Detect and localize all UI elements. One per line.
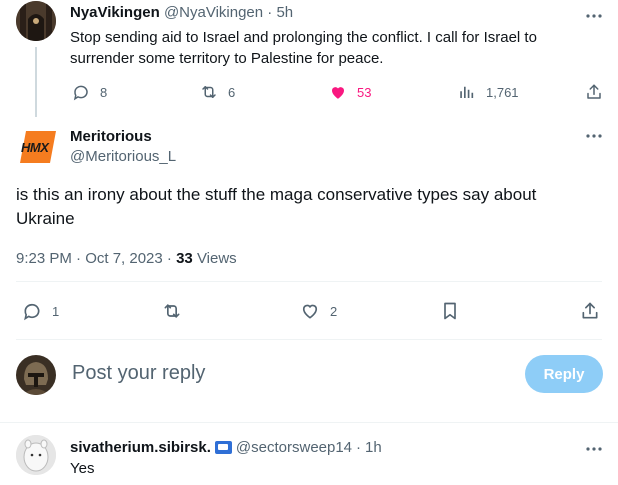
reply-button[interactable]: Reply xyxy=(525,355,603,393)
main-share-button[interactable] xyxy=(580,301,600,321)
parent-avatar[interactable] xyxy=(16,1,56,41)
reply-time[interactable]: 1h xyxy=(365,439,382,456)
main-divider-top xyxy=(16,281,602,282)
parent-display-name[interactable]: NyaVikingen xyxy=(70,4,160,21)
more-icon xyxy=(586,134,602,138)
heart-icon xyxy=(300,301,320,321)
parent-reply-count: 8 xyxy=(100,84,108,100)
main-avatar-text: HMX xyxy=(21,140,49,155)
parent-tweet[interactable]: NyaVikingen @NyaVikingen · 5h Stop sendi… xyxy=(0,0,618,117)
main-avatar[interactable]: HMX xyxy=(16,127,56,167)
parent-views-button[interactable]: 1,761 xyxy=(458,83,519,101)
reply-icon xyxy=(72,83,90,101)
reply-handle[interactable]: @sectorsweep14 xyxy=(236,439,352,456)
parent-share-button[interactable] xyxy=(585,83,603,101)
more-icon xyxy=(586,447,602,451)
main-reply-button[interactable]: 1 xyxy=(22,301,59,321)
share-icon xyxy=(585,83,603,101)
main-repost-button[interactable] xyxy=(162,301,182,321)
main-view-count: 33 xyxy=(176,250,193,267)
user-avatar[interactable] xyxy=(16,355,56,395)
repost-icon xyxy=(162,301,182,321)
main-timestamp[interactable]: 9:23 PM · Oct 7, 2023 · xyxy=(16,250,176,267)
reply-avatar[interactable] xyxy=(16,435,56,475)
heart-filled-icon xyxy=(329,83,347,101)
parent-time[interactable]: 5h xyxy=(276,4,293,21)
parent-handle[interactable]: @NyaVikingen xyxy=(164,4,263,21)
reply-composer: Post your reply Reply xyxy=(0,340,618,422)
main-views-label: Views xyxy=(196,250,237,267)
more-icon xyxy=(586,14,602,18)
parent-tweet-text: Stop sending aid to Israel and prolongin… xyxy=(70,29,537,67)
main-tweet: HMX Meritorious @Meritorious_L is this a… xyxy=(0,112,618,340)
main-more-button[interactable] xyxy=(584,126,604,146)
thread-line xyxy=(35,47,37,117)
main-like-button[interactable]: 2 xyxy=(300,301,337,321)
repost-icon xyxy=(200,83,218,101)
parent-view-count: 1,761 xyxy=(486,84,519,100)
main-like-count: 2 xyxy=(330,303,338,319)
parent-repost-count: 6 xyxy=(228,84,236,100)
share-icon xyxy=(580,301,600,321)
main-reply-count: 1 xyxy=(52,303,60,319)
reply-display-name[interactable]: sivatherium.sibirsk. xyxy=(70,439,211,456)
reply-more-button[interactable] xyxy=(584,439,604,459)
flag-badge-icon xyxy=(214,441,232,454)
analytics-icon xyxy=(458,83,476,101)
parent-like-button[interactable]: 53 xyxy=(329,83,371,101)
reply-icon xyxy=(22,301,42,321)
reply-tweet[interactable]: sivatherium.sibirsk. @sectorsweep14 · 1h… xyxy=(0,423,618,485)
main-bookmark-button[interactable] xyxy=(440,301,460,321)
reply-tweet-text: Yes xyxy=(70,460,95,477)
main-handle[interactable]: @Meritorious_L xyxy=(70,148,176,165)
parent-like-count: 53 xyxy=(357,84,372,100)
main-tweet-text: is this an irony about the stuff the mag… xyxy=(16,185,537,228)
parent-more-button[interactable] xyxy=(584,6,604,26)
reply-input[interactable]: Post your reply xyxy=(72,362,205,385)
bookmark-icon xyxy=(440,301,460,321)
main-display-name[interactable]: Meritorious xyxy=(70,128,152,145)
parent-repost-button[interactable]: 6 xyxy=(200,83,235,101)
parent-reply-button[interactable]: 8 xyxy=(72,83,107,101)
